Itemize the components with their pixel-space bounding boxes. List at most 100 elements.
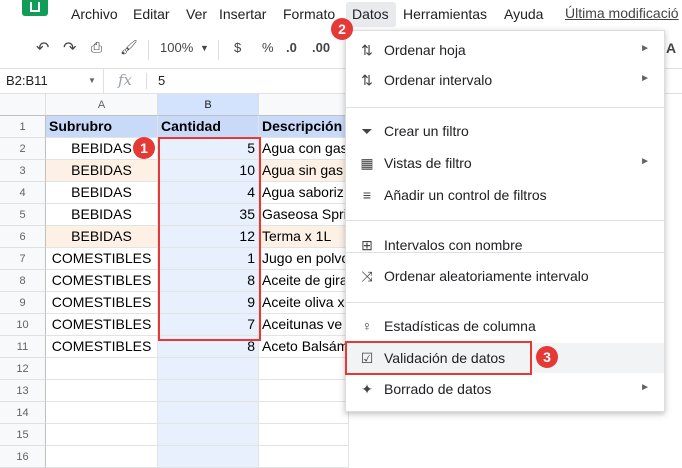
table-cell[interactable]: Aceite oliva x: [259, 292, 349, 314]
menu-item-ordenar-aleatoriamente-intervalo[interactable]: ⤨ Ordenar aleatoriamente intervalo: [346, 261, 664, 291]
table-cell[interactable]: [158, 380, 259, 402]
formula-input[interactable]: 5: [158, 73, 165, 88]
sort-icon: ⇅: [361, 42, 373, 58]
menu-item-intervalos-con-nombre[interactable]: ⊞ Intervalos con nombre: [346, 230, 664, 260]
increase-decimals-button[interactable]: .00: [312, 40, 330, 55]
table-cell[interactable]: [46, 446, 158, 468]
sheets-logo-icon[interactable]: [22, 0, 48, 16]
menu-item-label: Vistas de filtro: [384, 155, 472, 171]
column-header-a[interactable]: A: [46, 94, 158, 116]
name-box[interactable]: B2:B11 ▼: [0, 69, 104, 93]
table-cell[interactable]: Agua con gas: [259, 138, 349, 160]
table-cell[interactable]: [158, 402, 259, 424]
menu-datos[interactable]: Datos: [352, 6, 389, 22]
table-cell[interactable]: Agua saboriz: [259, 182, 349, 204]
table-cell[interactable]: [46, 380, 158, 402]
table-cell[interactable]: BEBIDAS: [46, 182, 158, 204]
table-cell[interactable]: Agua sin gas: [259, 160, 349, 182]
currency-format-button[interactable]: $: [234, 40, 241, 55]
table-cell[interactable]: [46, 424, 158, 446]
table-cell[interactable]: Gaseosa Spri: [259, 204, 349, 226]
undo-icon[interactable]: ↶: [36, 38, 49, 58]
table-cell[interactable]: Terma x 1L: [259, 226, 349, 248]
table-cell[interactable]: Aceitunas ve: [259, 314, 349, 336]
step-badge-2: 2: [331, 18, 353, 40]
menu-item-estadísticas-de-columna[interactable]: ♀ Estadísticas de columna: [346, 311, 664, 341]
row-header[interactable]: 3: [0, 160, 46, 182]
table-cell[interactable]: Aceite de gira: [259, 270, 349, 292]
table-cell[interactable]: Aceto Balsám: [259, 336, 349, 358]
row-header[interactable]: 8: [0, 270, 46, 292]
table-cell[interactable]: [259, 402, 349, 424]
table-cell[interactable]: COMESTIBLES: [46, 292, 158, 314]
row-header[interactable]: 10: [0, 314, 46, 336]
menu-insertar[interactable]: Insertar: [219, 6, 266, 22]
table-cell[interactable]: [259, 446, 349, 468]
row-header[interactable]: 7: [0, 248, 46, 270]
column-header-c[interactable]: [259, 94, 349, 116]
table-cell[interactable]: [46, 402, 158, 424]
redo-icon[interactable]: ↷: [63, 38, 76, 58]
menu-ver[interactable]: Ver: [186, 6, 207, 22]
decrease-decimals-button[interactable]: .0: [286, 40, 297, 55]
toolbar-divider: [218, 40, 219, 60]
row-header[interactable]: 1: [0, 116, 46, 138]
paint-format-icon[interactable]: 🖌: [120, 39, 138, 56]
table-cell[interactable]: BEBIDAS: [46, 226, 158, 248]
row-header[interactable]: 4: [0, 182, 46, 204]
menu-formato[interactable]: Formato: [283, 6, 335, 22]
row-header[interactable]: 12: [0, 358, 46, 380]
zoom-chevron-down-icon[interactable]: ▼: [200, 43, 209, 53]
submenu-arrow-icon: ►: [640, 382, 650, 393]
menu-item-ordenar-intervalo[interactable]: ⇅ Ordenar intervalo ►: [346, 65, 664, 95]
table-cell[interactable]: [259, 424, 349, 446]
menu-archivo[interactable]: Archivo: [71, 6, 118, 22]
menu-herramientas[interactable]: Herramientas: [403, 6, 487, 22]
chevron-down-icon[interactable]: ▼: [88, 76, 96, 85]
print-icon[interactable]: ⎙: [91, 39, 102, 56]
menu-ayuda[interactable]: Ayuda: [504, 6, 543, 22]
row-header[interactable]: 11: [0, 336, 46, 358]
table-cell[interactable]: [158, 358, 259, 380]
select-all-corner[interactable]: [0, 94, 46, 116]
table-header-cell[interactable]: Cantidad: [158, 116, 259, 138]
named-ranges-icon: ⊞: [361, 237, 373, 253]
row-header[interactable]: 14: [0, 402, 46, 424]
table-cell[interactable]: [46, 358, 158, 380]
zoom-select[interactable]: 100%: [160, 40, 193, 55]
row-header[interactable]: 6: [0, 226, 46, 248]
filter-views-icon: ▦: [360, 155, 374, 171]
table-cell[interactable]: COMESTIBLES: [46, 336, 158, 358]
row-header[interactable]: 2: [0, 138, 46, 160]
table-cell[interactable]: [158, 424, 259, 446]
table-cell[interactable]: COMESTIBLES: [46, 314, 158, 336]
row-header[interactable]: 9: [0, 292, 46, 314]
fx-icon: fx: [118, 71, 133, 89]
slicer-icon: ≡: [362, 187, 372, 203]
row-header[interactable]: 13: [0, 380, 46, 402]
menu-item-vistas-de-filtro[interactable]: ▦ Vistas de filtro ►: [346, 148, 664, 178]
table-cell[interactable]: [259, 358, 349, 380]
row-header[interactable]: 15: [0, 424, 46, 446]
table-header-cell[interactable]: Subrubro: [46, 116, 158, 138]
table-cell[interactable]: Jugo en polvo: [259, 248, 349, 270]
table-header-cell[interactable]: Descripción: [259, 116, 349, 138]
table-cell[interactable]: COMESTIBLES: [46, 270, 158, 292]
text-color-icon[interactable]: A: [666, 40, 676, 56]
table-cell[interactable]: BEBIDAS: [46, 160, 158, 182]
menu-item-crear-un-filtro[interactable]: ⏷ Crear un filtro: [346, 116, 664, 146]
name-box-value: B2:B11: [6, 73, 48, 88]
column-header-b[interactable]: B: [158, 94, 259, 116]
menu-item-ordenar-hoja[interactable]: ⇅ Ordenar hoja ►: [346, 35, 664, 65]
menu-editar[interactable]: Editar: [133, 6, 170, 22]
percent-format-button[interactable]: %: [262, 40, 274, 55]
last-edit-link[interactable]: Última modificació: [565, 5, 679, 21]
table-cell[interactable]: BEBIDAS: [46, 204, 158, 226]
menu-item-borrado-de-datos[interactable]: ✦ Borrado de datos ►: [346, 374, 664, 404]
row-header[interactable]: 16: [0, 446, 46, 468]
table-cell[interactable]: [158, 446, 259, 468]
table-cell[interactable]: COMESTIBLES: [46, 248, 158, 270]
menu-item-añadir-un-control-de-filtros[interactable]: ≡ Añadir un control de filtros: [346, 180, 664, 210]
row-header[interactable]: 5: [0, 204, 46, 226]
table-cell[interactable]: [259, 380, 349, 402]
